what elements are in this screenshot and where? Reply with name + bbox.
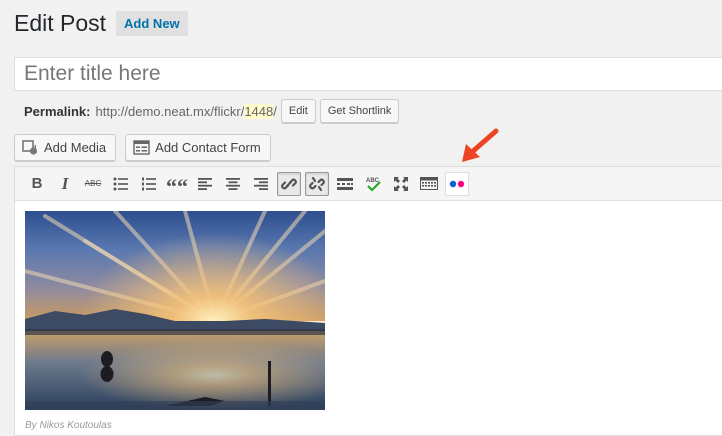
align-center-button[interactable] bbox=[221, 172, 245, 196]
media-icon bbox=[22, 139, 39, 156]
bulleted-list-icon bbox=[113, 177, 128, 190]
align-left-icon bbox=[198, 177, 212, 190]
image-caption: By Nikos Koutoulas bbox=[25, 420, 112, 431]
italic-button[interactable]: I bbox=[53, 172, 77, 196]
align-left-button[interactable] bbox=[193, 172, 217, 196]
editor-toolbar: B I ABC ““ ABC bbox=[15, 167, 722, 201]
add-media-label: Add Media bbox=[44, 140, 107, 155]
flickr-dot-blue bbox=[449, 180, 457, 187]
add-media-button[interactable]: Add Media bbox=[14, 134, 117, 161]
blockquote-button[interactable]: ““ bbox=[165, 172, 189, 199]
numbered-list-icon bbox=[142, 177, 156, 190]
post-title-input[interactable] bbox=[14, 57, 722, 91]
link-icon bbox=[281, 178, 297, 189]
insert-link-button[interactable] bbox=[277, 171, 301, 196]
get-shortlink-button[interactable]: Get Shortlink bbox=[319, 99, 400, 123]
keyboard-icon bbox=[420, 177, 438, 190]
strikethrough-icon: ABC bbox=[84, 179, 102, 188]
spellcheck-button[interactable]: ABC bbox=[361, 172, 385, 196]
permalink-label: Permalink: bbox=[24, 103, 91, 119]
align-right-icon bbox=[254, 177, 268, 190]
numbered-list-button[interactable] bbox=[137, 172, 161, 196]
remove-link-button[interactable] bbox=[305, 171, 329, 196]
media-buttons: Add Media Add Contact Form bbox=[14, 134, 271, 161]
permalink-slug[interactable]: 1448 bbox=[244, 103, 274, 119]
permalink-trailing: / bbox=[273, 103, 277, 119]
blockquote-icon: ““ bbox=[166, 173, 188, 199]
align-center-icon bbox=[226, 177, 240, 190]
add-contact-form-button[interactable]: Add Contact Form bbox=[125, 134, 271, 161]
spellcheck-icon: ABC bbox=[366, 178, 381, 192]
annotation-arrow-icon bbox=[462, 128, 499, 162]
unlink-icon bbox=[309, 176, 325, 191]
read-more-button[interactable] bbox=[333, 172, 357, 196]
fullscreen-icon bbox=[394, 176, 408, 191]
align-right-button[interactable] bbox=[249, 172, 273, 196]
bold-button[interactable]: B bbox=[25, 172, 49, 196]
read-more-icon bbox=[337, 177, 353, 190]
bulleted-list-button[interactable] bbox=[109, 172, 133, 196]
form-icon bbox=[133, 140, 150, 155]
add-contact-form-label: Add Contact Form bbox=[155, 140, 261, 155]
toolbar-toggle-button[interactable] bbox=[417, 172, 441, 196]
header: Edit Post Add New bbox=[14, 10, 188, 37]
edit-permalink-button[interactable]: Edit bbox=[280, 99, 316, 123]
italic-icon: I bbox=[61, 173, 69, 193]
flickr-icon bbox=[449, 180, 465, 187]
add-new-button[interactable]: Add New bbox=[116, 11, 188, 36]
flickr-dot-pink bbox=[457, 180, 465, 187]
flickr-button[interactable] bbox=[445, 171, 469, 196]
editor: B I ABC ““ ABC By Nikos Koutoulas bbox=[14, 166, 722, 436]
permalink-row: Permalink: http://demo.neat.mx/flickr/14… bbox=[24, 99, 400, 123]
fullscreen-button[interactable] bbox=[389, 172, 413, 196]
bold-icon: B bbox=[31, 175, 43, 192]
post-image[interactable] bbox=[25, 211, 325, 410]
page-title: Edit Post bbox=[14, 10, 107, 36]
permalink-base: http://demo.neat.mx/flickr/ bbox=[95, 103, 245, 119]
strikethrough-button[interactable]: ABC bbox=[81, 172, 105, 196]
